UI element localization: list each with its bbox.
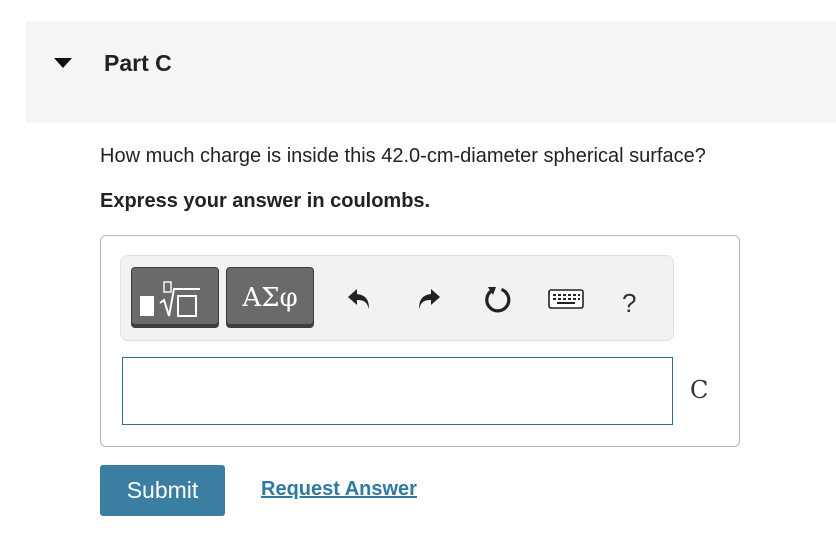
redo-icon[interactable] (414, 284, 444, 314)
reset-icon[interactable] (483, 284, 513, 314)
part-title: Part C (104, 50, 172, 76)
answer-input[interactable] (122, 357, 673, 425)
keyboard-icon[interactable] (548, 284, 584, 314)
greek-symbols-button[interactable]: ΑΣφ (226, 267, 314, 328)
undo-icon[interactable] (344, 284, 374, 314)
unit-label: C (690, 376, 709, 404)
math-templates-button[interactable] (131, 267, 219, 328)
answer-instruction: Express your answer in coulombs. (100, 190, 431, 212)
math-templates-icon (140, 280, 200, 317)
request-answer-link[interactable]: Request Answer (261, 478, 417, 501)
question-text: How much charge is inside this 42.0-cm-d… (100, 145, 706, 167)
help-button[interactable]: ? (622, 288, 636, 319)
submit-button[interactable]: Submit (100, 465, 225, 516)
collapse-triangle-icon[interactable] (54, 58, 72, 68)
